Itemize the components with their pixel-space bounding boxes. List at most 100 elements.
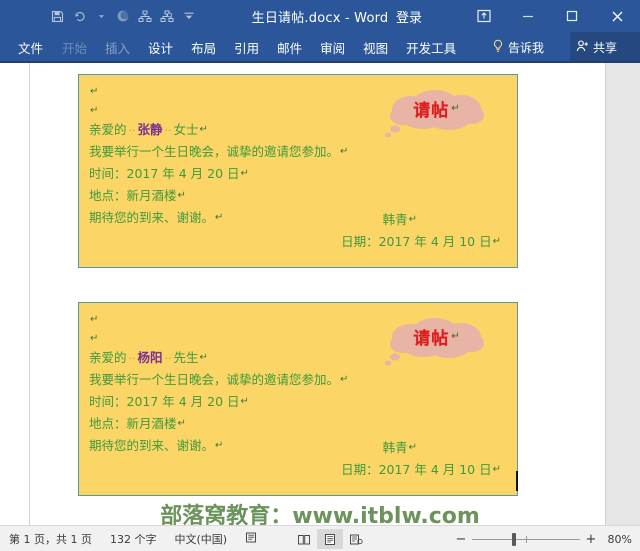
undo-icon[interactable] xyxy=(68,5,90,27)
card-1-time-text: 时间：2017 年 4 月 20 日 xyxy=(89,166,240,181)
tab-file[interactable]: 文件 xyxy=(0,32,53,62)
paragraph-mark-icon: ↵ xyxy=(492,464,501,475)
card-2-stamp-text: 请帖 xyxy=(413,328,450,349)
paragraph-mark-icon: ↵ xyxy=(177,418,186,429)
page-count-status[interactable]: 第 1 页，共 1 页 xyxy=(0,531,101,547)
card-1-body-text: 我要举行一个生日晚会，诚挚的邀请您参加。 xyxy=(89,144,340,159)
web-layout-view-button[interactable] xyxy=(343,529,369,549)
print-layout-view-button[interactable] xyxy=(317,529,344,549)
document-title: 生日请帖.docx - Word xyxy=(251,10,389,26)
card-2-signature-date-line: 日期：2017 年 4 月 10 日↵ xyxy=(341,459,501,481)
card-2-place-text: 地点：新月酒楼 xyxy=(89,416,177,431)
card-1-stamp-text: 请帖 xyxy=(413,100,450,121)
status-bar: 第 1 页，共 1 页 132 个字 中文(中国) − + 80% xyxy=(0,525,640,551)
customize-qat-icon[interactable] xyxy=(178,5,200,27)
card-2-closing-text: 期待您的到来、谢谢。 xyxy=(89,438,215,453)
tab-review[interactable]: 审阅 xyxy=(311,32,354,62)
paragraph-mark-icon: ↵ xyxy=(408,442,417,453)
zoom-in-button[interactable]: + xyxy=(585,533,597,546)
maximize-button[interactable] xyxy=(550,0,594,32)
card-2-signature-name: 韩青 xyxy=(382,440,408,455)
space-dot: ·· xyxy=(128,124,136,137)
zoom-level-label[interactable]: 80% xyxy=(602,533,632,546)
tab-layout[interactable]: 布局 xyxy=(182,32,225,62)
card-2-greeting-prefix: 亲爱的 xyxy=(89,350,127,365)
card-2-signature-date: 日期：2017 年 4 月 10 日 xyxy=(341,462,492,477)
card-1-signature-name: 韩青 xyxy=(382,212,408,227)
card-2-time-line: 时间：2017 年 4 月 20 日↵ xyxy=(89,391,509,413)
paragraph-mark-icon: ↵ xyxy=(90,105,99,116)
card-1-recipient-name: 张静 xyxy=(137,122,163,137)
sign-in-label: 登录 xyxy=(396,10,423,26)
card-2-stamp-label-wrap: 请帖 ↵ xyxy=(379,313,495,359)
tab-design[interactable]: 设计 xyxy=(139,32,182,62)
undo-dropdown-chevron-down-icon[interactable] xyxy=(90,5,112,27)
tell-me-box[interactable]: 告诉我 xyxy=(492,32,544,62)
space-dot: ·· xyxy=(164,124,172,137)
paragraph-mark-icon: ↵ xyxy=(177,190,186,201)
ribbon-tab-bar: 文件 开始 插入 设计 布局 引用 邮件 审阅 视图 开发工具 告诉我 共享 xyxy=(0,32,640,62)
hierarchy-icon-1[interactable] xyxy=(134,5,156,27)
ribbon-display-options-button[interactable] xyxy=(462,0,506,32)
tab-mailings[interactable]: 邮件 xyxy=(268,32,311,62)
card-1-place-line: 地点：新月酒楼↵ xyxy=(89,185,509,207)
language-status[interactable]: 中文(中国) xyxy=(165,531,236,547)
card-2-time-text: 时间：2017 年 4 月 20 日 xyxy=(89,394,240,409)
sign-in-button[interactable]: 登录 xyxy=(396,0,422,32)
card-1-stamp-label-wrap: 请帖 ↵ xyxy=(379,85,495,131)
paragraph-mark-icon: ↵ xyxy=(240,396,249,407)
card-1-stamp-callout[interactable]: 请帖 ↵ xyxy=(379,85,495,145)
tab-references[interactable]: 引用 xyxy=(225,32,268,62)
tab-view[interactable]: 视图 xyxy=(354,32,397,62)
save-icon[interactable] xyxy=(46,5,68,27)
paragraph-mark-icon: ↵ xyxy=(408,214,417,225)
person-add-icon xyxy=(576,39,590,56)
document-page[interactable]: ↵ ↵ 亲爱的 ·· 张静 ·· 女士↵ 我要举行一个生日晚会，诚挚的邀请您参加。↵ 时… xyxy=(30,63,605,525)
minimize-button[interactable] xyxy=(506,0,550,32)
paragraph-mark-icon: ↵ xyxy=(90,86,99,97)
zoom-out-button[interactable]: − xyxy=(455,533,467,546)
card-1-greeting-suffix: 女士 xyxy=(173,122,199,137)
invitation-card-2[interactable]: ↵ ↵ 亲爱的 ·· 杨阳 ·· 先生↵ 我要举行一个生日晚会，诚挚的邀请您参加。↵ 时… xyxy=(78,302,518,496)
left-gutter xyxy=(0,63,30,525)
close-button[interactable] xyxy=(594,0,640,32)
paragraph-mark-icon: ↵ xyxy=(90,314,99,325)
proofing-status-icon[interactable] xyxy=(236,531,267,547)
zoom-slider[interactable] xyxy=(472,532,580,546)
view-buttons-group xyxy=(291,529,369,549)
read-mode-view-button[interactable] xyxy=(291,529,317,549)
tab-insert[interactable]: 插入 xyxy=(96,32,139,62)
card-2-body-text: 我要举行一个生日晚会，诚挚的邀请您参加。 xyxy=(89,372,340,387)
card-2-closing-line: 期待您的到来、谢谢。 ↵ xyxy=(89,435,509,457)
card-2-greeting-suffix: 先生 xyxy=(173,350,199,365)
paragraph-mark-icon: ↵ xyxy=(199,124,208,135)
zoom-slider-thumb[interactable] xyxy=(512,532,516,546)
card-2-signature-name-line: 韩青↵ xyxy=(383,437,417,459)
space-dot: ·· xyxy=(164,352,172,365)
tab-developer[interactable]: 开发工具 xyxy=(397,32,465,62)
paragraph-mark-icon: ↵ xyxy=(340,374,349,385)
card-2-stamp-callout[interactable]: 请帖 ↵ xyxy=(379,313,495,373)
zoom-controls: − + 80% xyxy=(455,532,632,546)
redo-icon[interactable] xyxy=(112,5,134,27)
card-1-signature-date-line: 日期：2017 年 4 月 10 日↵ xyxy=(341,231,501,253)
card-1-place-text: 地点：新月酒楼 xyxy=(89,188,177,203)
card-1-time-line: 时间：2017 年 4 月 20 日↵ xyxy=(89,163,509,185)
share-button[interactable]: 共享 xyxy=(570,32,640,62)
tab-home[interactable]: 开始 xyxy=(53,32,96,62)
zoom-slider-midpoint xyxy=(526,535,527,543)
card-1-greeting-prefix: 亲爱的 xyxy=(89,122,127,137)
card-1-signature-date: 日期：2017 年 4 月 10 日 xyxy=(341,234,492,249)
right-gutter xyxy=(605,63,640,525)
hierarchy-icon-2[interactable] xyxy=(156,5,178,27)
share-label: 共享 xyxy=(593,40,618,55)
paragraph-mark-icon: ↵ xyxy=(492,236,501,247)
invitation-card-1[interactable]: ↵ ↵ 亲爱的 ·· 张静 ·· 女士↵ 我要举行一个生日晚会，诚挚的邀请您参加。↵ 时… xyxy=(78,74,518,268)
word-count-status[interactable]: 132 个字 xyxy=(101,531,166,547)
document-canvas[interactable]: ↵ ↵ 亲爱的 ·· 张静 ·· 女士↵ 我要举行一个生日晚会，诚挚的邀请您参加。↵ 时… xyxy=(0,63,640,525)
card-2-recipient-name: 杨阳 xyxy=(137,350,163,365)
paragraph-mark-icon: ↵ xyxy=(199,352,208,363)
paragraph-mark-icon: ↵ xyxy=(215,212,224,223)
paragraph-mark-icon: ↵ xyxy=(240,168,249,179)
paragraph-mark-icon: ↵ xyxy=(340,146,349,157)
